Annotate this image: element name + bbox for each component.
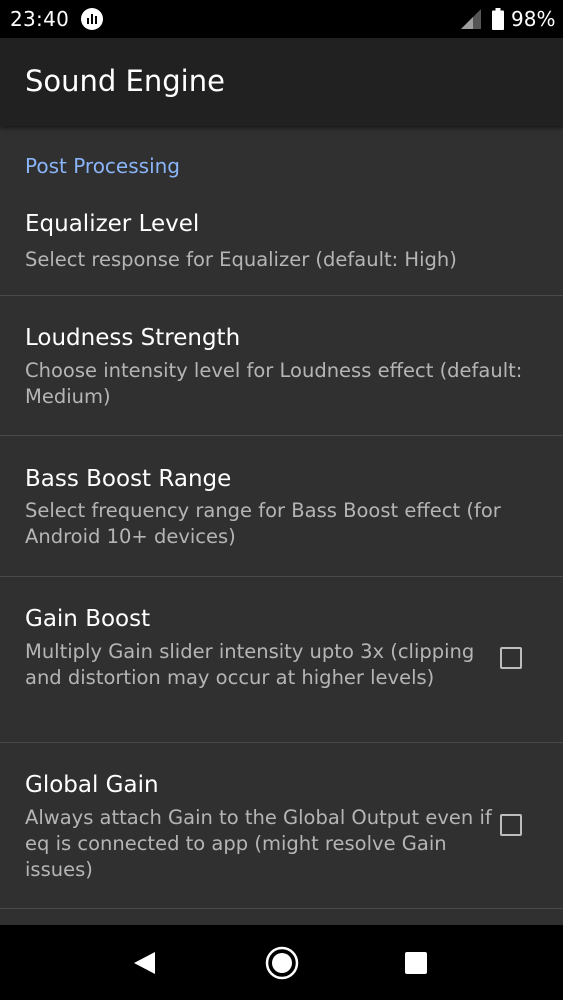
pref-summary: Multiply Gain slider intensity upto 3x (… [25,640,475,689]
pref-gain-boost[interactable]: Gain Boost Multiply Gain slider intensit… [0,577,563,743]
back-triangle-icon[interactable] [133,951,157,979]
pref-title: Bass Boost Range [25,466,232,492]
pref-summary: Always attach Gain to the Global Output … [25,806,492,881]
pref-summary: Select frequency range for Bass Boost ef… [25,499,501,548]
gain-boost-checkbox[interactable] [500,647,522,669]
navigation-bar [0,925,563,1000]
pref-global-gain[interactable]: Global Gain Always attach Gain to the Gl… [0,743,563,909]
app-bar: Sound Engine [0,38,563,126]
pref-title: Equalizer Level [25,211,200,237]
battery-icon [492,8,504,34]
pref-equalizer-level[interactable]: Equalizer Level Select response for Equa… [0,182,563,296]
status-time: 23:40 [10,7,70,31]
pref-title: Global Gain [25,772,159,798]
settings-list[interactable]: Post Processing Equalizer Level Select r… [0,126,563,925]
battery-level: 98% [511,7,556,31]
global-gain-checkbox[interactable] [500,814,522,836]
pref-loudness-strength[interactable]: Loudness Strength Choose intensity level… [0,296,563,436]
recents-square-icon[interactable] [404,951,428,979]
pref-title: Loudness Strength [25,325,241,351]
pref-summary: Choose intensity level for Loudness effe… [25,359,523,408]
pref-title: Gain Boost [25,606,151,632]
section-header: Post Processing [25,154,180,178]
page-title: Sound Engine [25,64,225,98]
pref-summary: Select response for Equalizer (default: … [25,248,457,271]
pref-bass-boost-range[interactable]: Bass Boost Range Select frequency range … [0,436,563,577]
equalizer-bars-icon [81,8,103,30]
cell-signal-icon [461,9,481,33]
status-bar: 23:40 98% [0,0,563,38]
home-circle-icon[interactable] [264,945,300,985]
